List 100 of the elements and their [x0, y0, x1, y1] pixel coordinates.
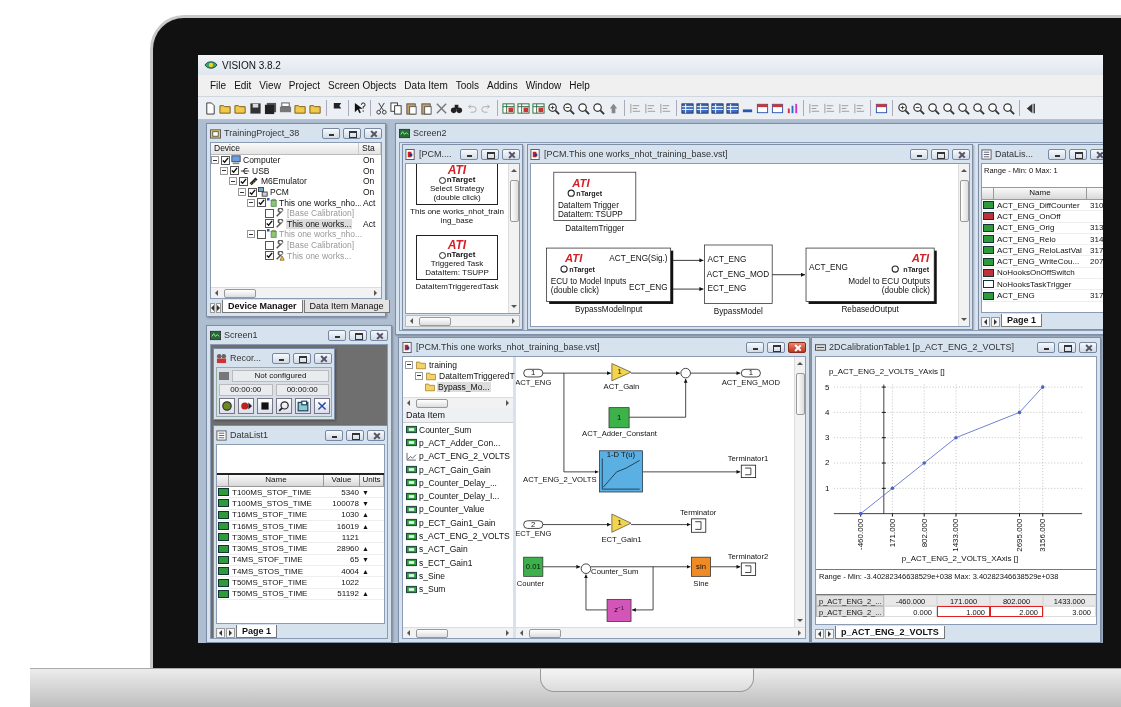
- trigger-record-button[interactable]: [238, 398, 254, 414]
- list-item[interactable]: s_ACT_ENG_2_VOLTS: [419, 531, 510, 541]
- list-item[interactable]: s_Sum: [419, 584, 446, 595]
- tree-item[interactable]: M6Emulator: [260, 176, 308, 187]
- magnifier-icon[interactable]: [1002, 101, 1015, 115]
- printer-icon[interactable]: [279, 101, 292, 115]
- port-block[interactable]: [523, 520, 544, 529]
- table-icon[interactable]: [696, 101, 709, 115]
- menu-item[interactable]: View: [255, 80, 285, 91]
- data-point[interactable]: [1017, 410, 1022, 415]
- tree-item[interactable]: DataItemTriggeredT: [438, 370, 516, 381]
- tab-scroll-left-button[interactable]: [815, 629, 824, 639]
- minimize-button[interactable]: [272, 352, 290, 364]
- vertical-scrollbar[interactable]: [508, 164, 519, 313]
- maximize-button[interactable]: [931, 148, 949, 160]
- magnifier-icon[interactable]: [927, 101, 940, 115]
- horizontal-scrollbar[interactable]: [403, 397, 513, 408]
- column-header[interactable]: Device: [211, 143, 359, 154]
- search-button[interactable]: [276, 398, 292, 414]
- properties-button[interactable]: [295, 398, 311, 414]
- list-item[interactable]: Counter_Sum: [419, 424, 472, 435]
- tab-scroll-left-button[interactable]: [216, 628, 225, 638]
- list-item[interactable]: p_Counter_Delay_I...: [419, 491, 500, 502]
- save-icon[interactable]: [249, 101, 262, 115]
- sheet-tab[interactable]: Page 1: [1001, 314, 1043, 327]
- minimize-button[interactable]: [910, 148, 928, 160]
- menu-item[interactable]: Tools: [451, 80, 484, 91]
- grid-icon[interactable]: [502, 101, 515, 115]
- close-button[interactable]: [502, 148, 520, 160]
- sum-block[interactable]: [680, 367, 691, 379]
- minimize-button[interactable]: [1037, 341, 1055, 353]
- vertical-scrollbar[interactable]: [794, 357, 805, 627]
- zoom-in-icon[interactable]: [547, 101, 560, 115]
- column-header[interactable]: Units: [360, 475, 384, 486]
- tree-item[interactable]: This one works...: [286, 218, 353, 229]
- list-item[interactable]: p_ACT_ENG_2_VOLTS: [419, 451, 511, 462]
- minimize-button[interactable]: [746, 341, 764, 353]
- help-pointer-icon[interactable]: [353, 101, 366, 115]
- maximize-button[interactable]: [767, 341, 785, 353]
- list-item[interactable]: p_ACT_Gain_Gain: [419, 464, 491, 475]
- checkbox[interactable]: [230, 166, 239, 176]
- tree-item[interactable]: PCM: [269, 187, 290, 198]
- diagram-block[interactable]: ATI nTarget Select Strategy (double click): [416, 164, 498, 205]
- close-button[interactable]: [1079, 341, 1097, 353]
- grid-icon[interactable]: [532, 101, 545, 115]
- window-icon[interactable]: [771, 101, 784, 115]
- maximize-button[interactable]: [349, 329, 367, 341]
- list-item[interactable]: p_ECT_Gain1_Gain: [419, 517, 496, 528]
- data-point[interactable]: [922, 461, 926, 465]
- port-block[interactable]: [740, 368, 761, 378]
- terminator-block[interactable]: [740, 464, 757, 478]
- delete-icon[interactable]: [435, 101, 448, 115]
- diagram-block[interactable]: [546, 247, 672, 302]
- list-item[interactable]: p_Counter_Value: [419, 504, 485, 515]
- left-arrow-icon[interactable]: [1024, 101, 1037, 115]
- menu-item[interactable]: File: [206, 80, 231, 91]
- menu-item[interactable]: Window: [521, 80, 566, 91]
- menu-item[interactable]: Data Item: [400, 80, 452, 91]
- terminator-block[interactable]: [691, 518, 707, 533]
- copy-icon[interactable]: [390, 101, 403, 115]
- checkbox[interactable]: [239, 177, 248, 186]
- zoom-in-icon[interactable]: [897, 101, 910, 115]
- sum-block[interactable]: [580, 563, 592, 574]
- clipboard-icon[interactable]: [405, 101, 418, 115]
- minimize-button[interactable]: [460, 148, 478, 160]
- scissors-icon[interactable]: [375, 101, 388, 115]
- constant-block[interactable]: [523, 556, 544, 577]
- gain-block[interactable]: [611, 363, 632, 382]
- menu-item[interactable]: Edit: [230, 80, 256, 91]
- diagram-block[interactable]: [553, 171, 637, 221]
- close-button[interactable]: [370, 329, 388, 341]
- horizontal-scrollbar[interactable]: [516, 627, 805, 638]
- menu-item[interactable]: Addins: [483, 80, 522, 91]
- close-button[interactable]: [364, 127, 382, 139]
- list-item[interactable]: s_ECT_Gain1: [419, 557, 473, 568]
- table-icon[interactable]: [681, 101, 694, 115]
- maximize-button[interactable]: [346, 429, 364, 441]
- tree-item[interactable]: This one works_nho...: [278, 197, 361, 208]
- maximize-button[interactable]: [293, 352, 311, 364]
- close-button[interactable]: [314, 352, 332, 364]
- grid-icon[interactable]: [517, 101, 530, 115]
- maximize-button[interactable]: [343, 127, 361, 139]
- menu-item[interactable]: Screen Objects: [324, 80, 401, 91]
- minimize-button[interactable]: [322, 127, 340, 139]
- gain-block[interactable]: [611, 513, 632, 533]
- collapse-icon[interactable]: [247, 230, 255, 239]
- subsystem-block[interactable]: [704, 244, 773, 304]
- constant-block[interactable]: [608, 407, 630, 429]
- delay-block[interactable]: [606, 599, 632, 622]
- checkbox[interactable]: [221, 155, 230, 165]
- diagram-block[interactable]: ATI nTarget Triggered Task DataItem: TSUPP: [416, 235, 498, 280]
- magnifier-icon[interactable]: [942, 101, 955, 115]
- close-button[interactable]: [952, 148, 970, 160]
- list-item[interactable]: p_Counter_Delay_...: [419, 477, 497, 488]
- menu-item[interactable]: Project: [284, 80, 324, 91]
- maximize-button[interactable]: [481, 148, 499, 160]
- data-point[interactable]: [1040, 385, 1045, 389]
- port-block[interactable]: [523, 368, 544, 378]
- list-item[interactable]: s_ACT_Gain: [419, 544, 468, 555]
- column-header[interactable]: Sta: [359, 143, 381, 154]
